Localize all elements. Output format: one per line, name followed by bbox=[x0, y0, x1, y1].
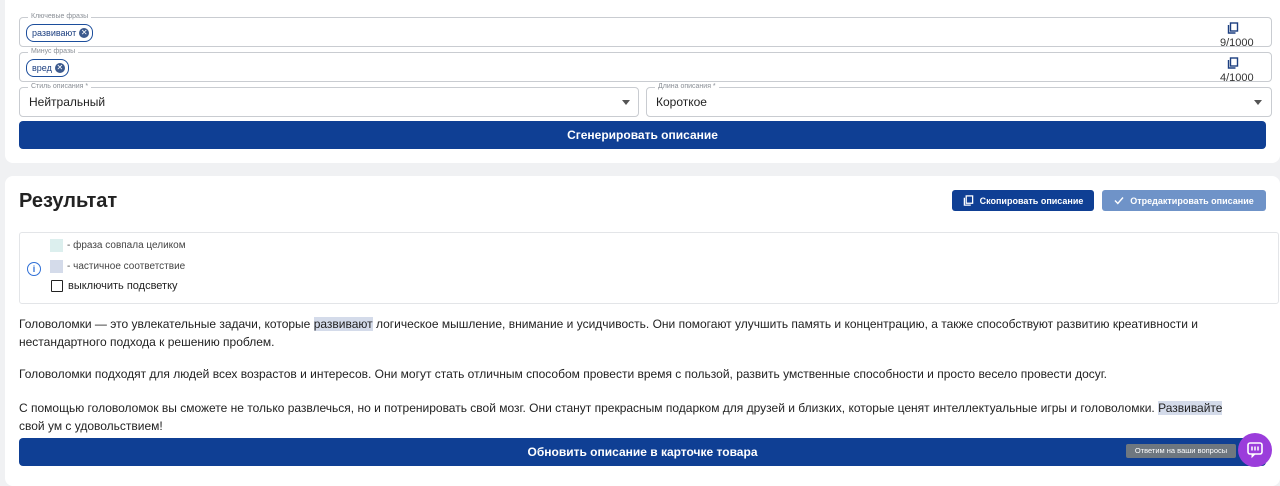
update-card-button[interactable]: Обновить описание в карточке товара bbox=[19, 438, 1266, 466]
description-paragraph-2: Головоломки подходят для людей всех возр… bbox=[19, 367, 1107, 381]
keyword-chip[interactable]: развивают ✕ bbox=[26, 24, 94, 42]
text-segment: С помощью головоломок вы сможете не толь… bbox=[19, 401, 1159, 415]
style-select[interactable]: Стиль описания * Нейтральный bbox=[19, 82, 639, 117]
keywords-label: Ключевые фразы bbox=[28, 12, 92, 22]
length-select[interactable]: Длина описания * Короткое bbox=[646, 82, 1272, 117]
chat-icon bbox=[1247, 442, 1263, 459]
disable-highlight-label[interactable]: выключить подсветку bbox=[68, 280, 178, 292]
chat-tooltip: Ответим на ваши вопросы bbox=[1126, 444, 1236, 458]
text-segment: свой ум с удовольствием! bbox=[19, 418, 163, 433]
partial-match-text: - частичное соответствие bbox=[67, 261, 186, 272]
highlight-legend: i - фраза совпала целиком - частичное со… bbox=[19, 232, 1279, 304]
minus-chip-label: вред bbox=[32, 63, 52, 73]
generate-button[interactable]: Сгенерировать описание bbox=[19, 121, 1266, 149]
chip-remove-icon[interactable]: ✕ bbox=[79, 28, 90, 38]
style-label: Стиль описания * bbox=[28, 82, 92, 92]
description-paragraph-3: С помощью головоломок вы сможете не толь… bbox=[19, 400, 1239, 435]
edit-description-label: Отредактировать описание bbox=[1130, 195, 1254, 206]
full-match-text: - фраза совпала целиком bbox=[67, 240, 186, 251]
copy-description-label: Скопировать описание bbox=[979, 195, 1084, 206]
info-icon[interactable]: i bbox=[27, 262, 41, 276]
description-paragraph-1: Головоломки — это увлекательные задачи, … bbox=[19, 316, 1239, 351]
copy-icon bbox=[963, 195, 973, 206]
chevron-down-icon bbox=[622, 100, 630, 105]
chat-button[interactable] bbox=[1238, 433, 1272, 467]
keywords-counter: 9/1000 bbox=[1220, 37, 1254, 49]
chevron-down-icon bbox=[1254, 100, 1262, 105]
generator-form-card: Ключевые фразы развивают ✕ 9/1000 Минус … bbox=[5, 0, 1280, 163]
minus-chip[interactable]: вред ✕ bbox=[26, 59, 69, 77]
length-value: Короткое bbox=[656, 95, 707, 109]
minus-phrases-field[interactable]: Минус фразы вред ✕ 4/1000 bbox=[19, 47, 1272, 84]
partial-match-highlight: развивают bbox=[313, 317, 373, 331]
partial-match-swatch bbox=[50, 260, 63, 273]
text-segment: Головоломки — это увлекательные задачи, … bbox=[19, 317, 314, 331]
length-label: Длина описания * bbox=[655, 82, 719, 92]
edit-description-button[interactable]: Отредактировать описание bbox=[1102, 190, 1266, 211]
checkmark-icon bbox=[1114, 197, 1124, 205]
result-card: Результат Скопировать описание Отредакти… bbox=[5, 176, 1280, 486]
style-value: Нейтральный bbox=[29, 95, 106, 109]
disable-highlight-checkbox[interactable] bbox=[51, 280, 63, 292]
copy-description-button[interactable]: Скопировать описание bbox=[952, 190, 1094, 211]
result-title: Результат bbox=[19, 190, 118, 212]
copy-icon[interactable] bbox=[1227, 57, 1239, 69]
partial-match-highlight: Развивайте bbox=[1158, 401, 1223, 415]
keyword-chip-label: развивают bbox=[32, 28, 77, 38]
minus-counter: 4/1000 bbox=[1220, 72, 1254, 84]
copy-icon[interactable] bbox=[1227, 22, 1239, 34]
full-match-swatch bbox=[50, 239, 63, 252]
minus-phrases-label: Минус фразы bbox=[28, 47, 79, 57]
keywords-field[interactable]: Ключевые фразы развивают ✕ 9/1000 bbox=[19, 12, 1272, 49]
chip-remove-icon[interactable]: ✕ bbox=[54, 63, 65, 73]
